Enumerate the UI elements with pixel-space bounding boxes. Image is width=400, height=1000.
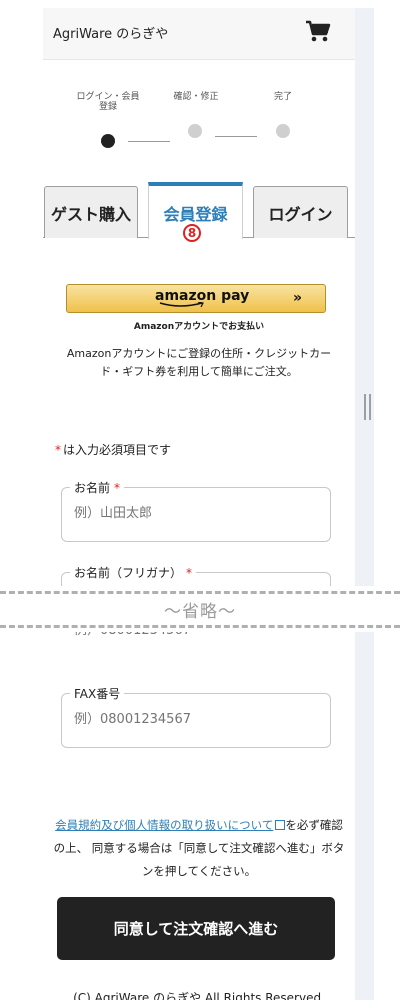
header: AgriWare のらぎや	[43, 8, 355, 60]
terms-link[interactable]: 会員規約及び個人情報の取り扱いについて	[55, 818, 273, 832]
tab-guest[interactable]: ゲスト購入	[44, 186, 138, 238]
fax-field[interactable]: FAX番号	[61, 685, 331, 748]
required-star: *	[114, 481, 121, 495]
scrollbar-thumb[interactable]	[364, 394, 371, 420]
cart-icon[interactable]	[303, 16, 333, 46]
agree-submit-button[interactable]: 同意して注文確認へ進む	[57, 897, 335, 960]
step-dot	[188, 124, 202, 138]
kana-label-text: お名前（フリガナ）	[74, 566, 183, 580]
step-dot	[276, 124, 290, 138]
external-link-icon[interactable]	[275, 820, 286, 830]
kana-field-label: お名前（フリガナ） *	[70, 564, 197, 581]
omission-label: 〜省略〜	[164, 602, 236, 622]
checkout-steps: ログイン・会員 登録 確認・修正 完了	[43, 92, 355, 152]
footer-copyright: (C) AgriWare のらぎや All Rights Reserved.	[73, 991, 325, 1000]
amazon-pay-button[interactable]: amazon pay »	[66, 284, 326, 313]
name-field-label: お名前 *	[70, 479, 125, 496]
amazon-smile-icon	[159, 302, 204, 308]
step-label-confirm: 確認・修正	[173, 92, 219, 102]
required-note: * は入力必須項目です	[55, 441, 171, 458]
name-field[interactable]: お名前 *	[61, 479, 331, 542]
name-label-text: お名前	[74, 481, 111, 495]
annotation-badge: 8	[183, 224, 201, 242]
scrollbar-track[interactable]	[355, 8, 374, 1000]
chevron-right-icon: »	[293, 290, 302, 306]
required-note-text: は入力必須項目です	[63, 443, 172, 457]
fax-input[interactable]	[74, 712, 314, 727]
terms-notice: 会員規約及び個人情報の取り扱いについて を必ず確認の上、 同意する場合は「同意して…	[53, 814, 345, 883]
required-star: *	[55, 443, 61, 457]
omission-dashed-line-bottom	[0, 625, 400, 628]
tab-login[interactable]: ログイン	[253, 186, 348, 238]
amazon-pay-caption: Amazonアカウントでお支払い	[133, 322, 265, 332]
step-label-login: ログイン・会員 登録	[76, 92, 140, 112]
required-star: *	[186, 566, 193, 580]
omission-dashed-line-top	[0, 591, 400, 594]
name-input[interactable]	[74, 506, 314, 521]
brand-name[interactable]: AgriWare のらぎや	[53, 23, 168, 42]
step-connector	[215, 136, 257, 137]
step-dot-active	[101, 134, 115, 148]
step-connector	[128, 141, 170, 142]
page-container: AgriWare のらぎや ログイン・会員 登録 確認・修正 完了 ゲスト購入 会…	[43, 8, 355, 1000]
amazon-pay-description: Amazonアカウントにご登録の住所・クレジットカード・ギフト券を利用して簡単に…	[66, 347, 332, 378]
step-label-complete: 完了	[273, 92, 292, 102]
fax-field-label: FAX番号	[70, 685, 125, 702]
